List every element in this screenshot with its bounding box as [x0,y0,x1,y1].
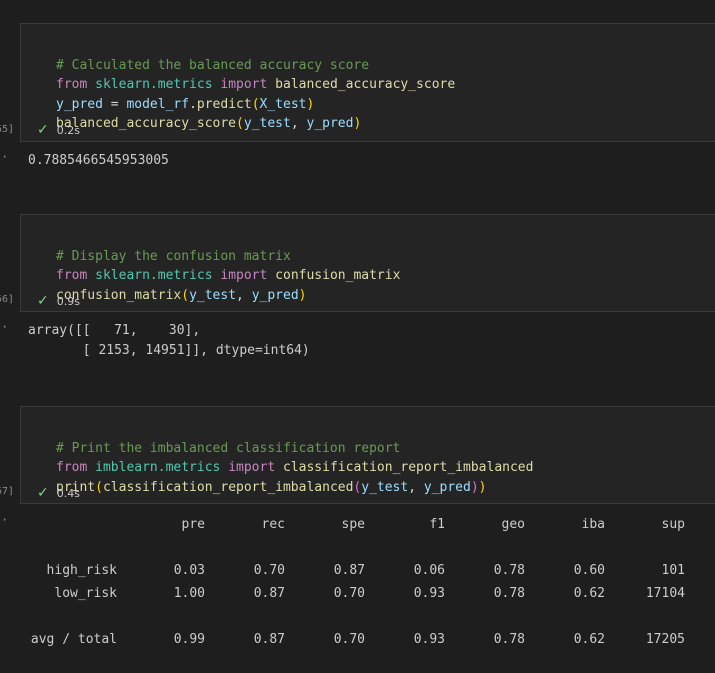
code-line: # Print the imbalanced classification re… [56,440,401,456]
column-header: sup [661,517,685,532]
code-cell-1[interactable]: # Calculated the balanced accuracy score… [20,23,715,142]
report-value: 0.99 [173,632,205,647]
execution-status: ✓ 0.9s [37,293,80,309]
column-header: spe [341,517,365,532]
report-value: 0.87 [253,586,285,601]
row-label: low_risk [54,586,117,601]
code-line: from sklearn.metrics import confusion_ma… [56,268,401,283]
execution-status: ✓ 0.2s [37,122,80,138]
code-line: balanced_accuracy_score(y_test, y_pred) [56,116,362,131]
report-value: 17205 [645,632,685,647]
row-label: avg / total [30,632,117,647]
code-line: # Calculated the balanced accuracy score [56,57,370,73]
report-value: 0.87 [333,563,365,578]
spacer-row [28,536,685,559]
code-line: from imblearn.metrics import classificat… [56,460,534,475]
execution-count: [66] [0,294,14,305]
execution-time: 0.9s [56,294,80,308]
execution-status: ✓ 0.4s [37,485,80,501]
report-value: 0.03 [173,563,205,578]
output-collapse-icon[interactable]: · [1,513,8,527]
report-value: 0.78 [493,632,525,647]
classification-report: pre rec spe f1 geo iba sup high_risk 0.0… [28,513,685,651]
code-line: print(classification_report_imbalanced(y… [56,479,487,495]
execution-time: 0.4s [56,486,80,500]
report-value: 0.06 [413,563,445,578]
report-value: 0.62 [573,632,605,647]
report-value: 0.70 [333,586,365,601]
output-collapse-icon[interactable]: · [1,320,8,334]
column-header: rec [261,517,285,532]
code-line: # Display the confusion matrix [56,248,291,264]
report-value: 0.70 [333,632,365,647]
report-header-row: pre rec spe f1 geo iba sup [28,513,685,536]
report-value: 101 [661,563,685,578]
code-line: from sklearn.metrics import balanced_acc… [56,77,456,92]
column-header: pre [181,517,205,532]
report-value: 0.60 [573,563,605,578]
report-row: low_risk 1.00 0.87 0.70 0.93 0.78 0.62 1… [28,582,685,605]
code-line: y_pred = model_rf.predict(X_test) [56,96,315,112]
check-icon: ✓ [37,293,49,309]
report-value: 1.00 [173,586,205,601]
cell-output: 0.7885466545953005 [28,153,169,168]
report-value: 0.62 [573,586,605,601]
output-line: array([[ 71, 30], [28,323,201,338]
check-icon: ✓ [37,485,49,501]
code-line: confusion_matrix(y_test, y_pred) [56,287,307,303]
report-value: 0.87 [253,632,285,647]
report-value: 17104 [645,586,685,601]
output-collapse-icon[interactable]: · [1,150,8,164]
report-value: 0.70 [253,563,285,578]
column-header: geo [501,517,525,532]
report-value: 0.78 [493,563,525,578]
code-cell-2[interactable]: # Display the confusion matrix from sklea… [20,214,715,312]
row-label: high_risk [46,563,117,578]
execution-count: [65] [0,124,14,135]
column-header: iba [581,517,605,532]
check-icon: ✓ [37,122,49,138]
execution-count: [67] [0,486,14,497]
column-header: f1 [429,517,445,532]
cell-output: array([[ 71, 30], [ 2153, 14951]], dtype… [28,321,310,360]
report-value: 0.93 [413,586,445,601]
spacer-row [28,605,685,628]
report-header-spacer [28,513,117,536]
report-row: avg / total 0.99 0.87 0.70 0.93 0.78 0.6… [28,628,685,651]
execution-time: 0.2s [56,123,80,137]
report-value: 0.78 [493,586,525,601]
report-row: high_risk 0.03 0.70 0.87 0.06 0.78 0.60 … [28,559,685,582]
code-cell-3[interactable]: # Print the imbalanced classification re… [20,406,715,504]
report-value: 0.93 [413,632,445,647]
output-line: [ 2153, 14951]], dtype=int64) [28,342,310,358]
